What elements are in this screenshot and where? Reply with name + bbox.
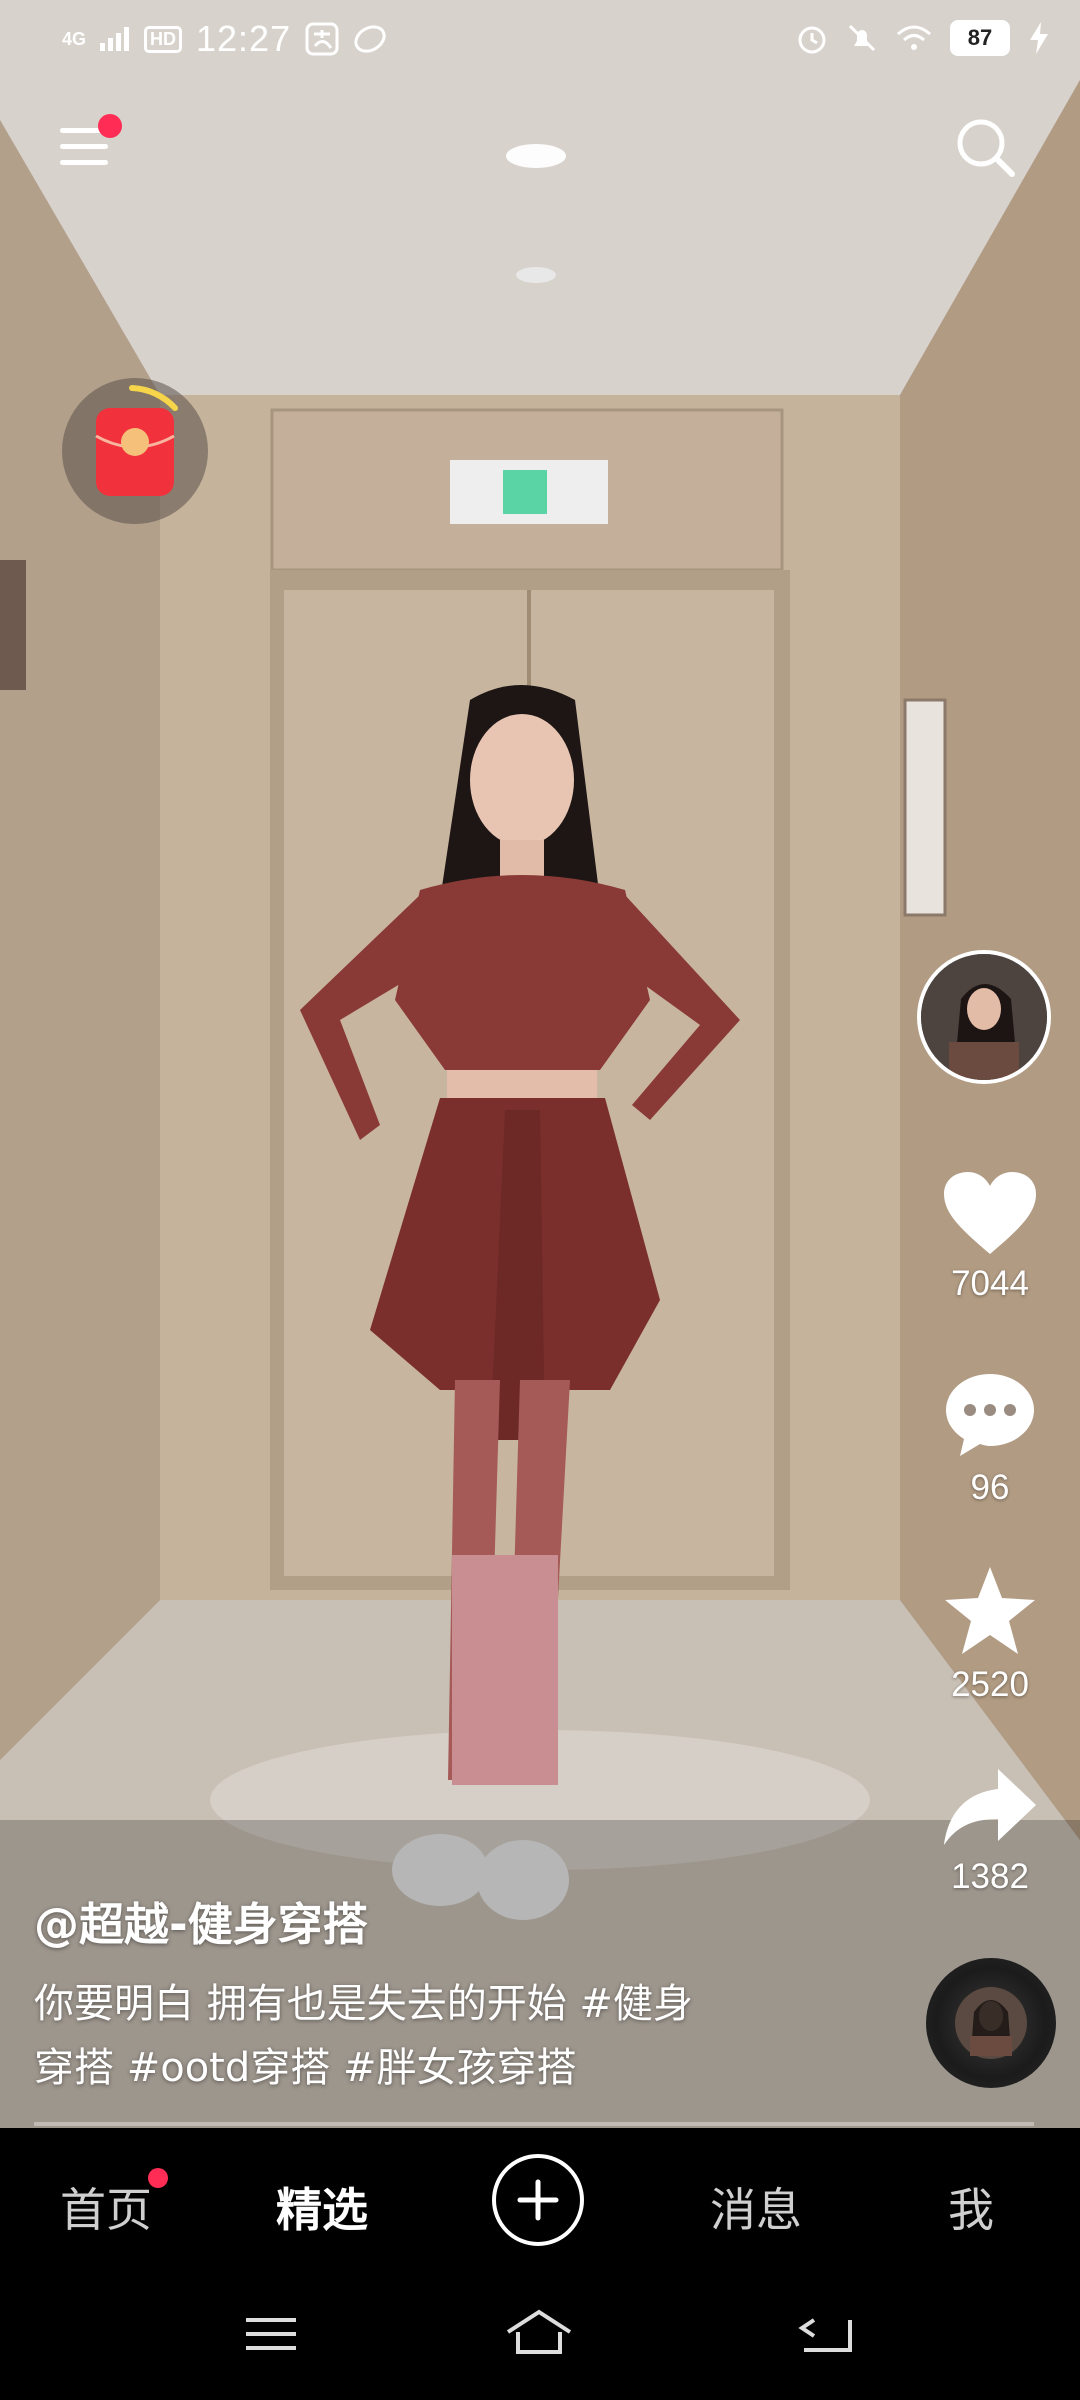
avatar-image bbox=[921, 954, 1047, 1080]
tab-me[interactable]: 我 bbox=[948, 2174, 994, 2240]
network-indicator: 4G bbox=[62, 28, 87, 49]
back-icon bbox=[798, 2318, 852, 2352]
menu-notification-dot bbox=[98, 114, 122, 138]
favorite-button[interactable]: 2520 bbox=[912, 1565, 1068, 1705]
system-navigation-bar bbox=[0, 2276, 1080, 2400]
tab-featured[interactable]: 精选 bbox=[276, 2174, 368, 2240]
status-bar: 4G HD 12:27 87 bbox=[0, 0, 1080, 84]
alarm-icon bbox=[798, 26, 826, 54]
home-icon bbox=[506, 2309, 572, 2354]
wifi-icon bbox=[897, 25, 931, 50]
tab-home[interactable]: 首页 bbox=[60, 2174, 152, 2240]
create-button[interactable] bbox=[492, 2154, 584, 2246]
tab-messages[interactable]: 消息 bbox=[710, 2174, 802, 2240]
author-avatar[interactable] bbox=[917, 950, 1051, 1084]
app-notification-icon bbox=[354, 25, 386, 53]
plus-icon bbox=[517, 2179, 559, 2221]
charging-icon bbox=[1030, 22, 1048, 54]
star-icon bbox=[945, 1567, 1035, 1654]
music-disc-icon bbox=[955, 1987, 1027, 2059]
description-line: 穿搭 #ootd穿搭 #胖女孩穿搭 bbox=[34, 2045, 577, 2091]
like-count: 7044 bbox=[951, 1264, 1029, 1303]
home-button[interactable] bbox=[504, 2304, 574, 2364]
heart-icon bbox=[944, 1172, 1036, 1254]
favorite-count: 2520 bbox=[951, 1665, 1029, 1704]
red-packet-icon bbox=[95, 385, 178, 496]
author-name[interactable]: @超越-健身穿搭 bbox=[34, 1888, 368, 1953]
home-notification-dot bbox=[148, 2168, 168, 2188]
search-icon bbox=[957, 119, 1015, 177]
hd-badge: HD bbox=[144, 25, 183, 53]
comment-button[interactable]: 96 bbox=[912, 1370, 1068, 1508]
share-count: 1382 bbox=[951, 1857, 1029, 1896]
video-progress-bar[interactable] bbox=[34, 2122, 1034, 2126]
red-packet-button[interactable] bbox=[62, 378, 208, 524]
signal-icon bbox=[100, 27, 130, 51]
description-line: 你要明白 拥有也是失去的开始 #健身 bbox=[34, 1981, 693, 2027]
mute-icon bbox=[848, 24, 876, 52]
music-disc-button[interactable] bbox=[926, 1958, 1056, 2088]
share-button[interactable]: 1382 bbox=[912, 1765, 1068, 1897]
alipay-icon bbox=[305, 22, 339, 56]
search-button[interactable] bbox=[950, 112, 1022, 184]
back-button[interactable] bbox=[790, 2304, 860, 2364]
recents-button[interactable] bbox=[236, 2304, 306, 2364]
recents-icon bbox=[246, 2318, 296, 2350]
comment-icon bbox=[946, 1374, 1034, 1456]
share-icon bbox=[944, 1769, 1036, 1845]
comment-count: 96 bbox=[970, 1468, 1010, 1507]
battery-indicator: 87 bbox=[950, 20, 1010, 56]
like-button[interactable]: 7044 bbox=[912, 1170, 1068, 1304]
video-description: 你要明白 拥有也是失去的开始 #健身 穿搭 #ootd穿搭 #胖女孩穿搭 bbox=[34, 1972, 814, 2100]
clock: 12:27 bbox=[196, 18, 292, 59]
